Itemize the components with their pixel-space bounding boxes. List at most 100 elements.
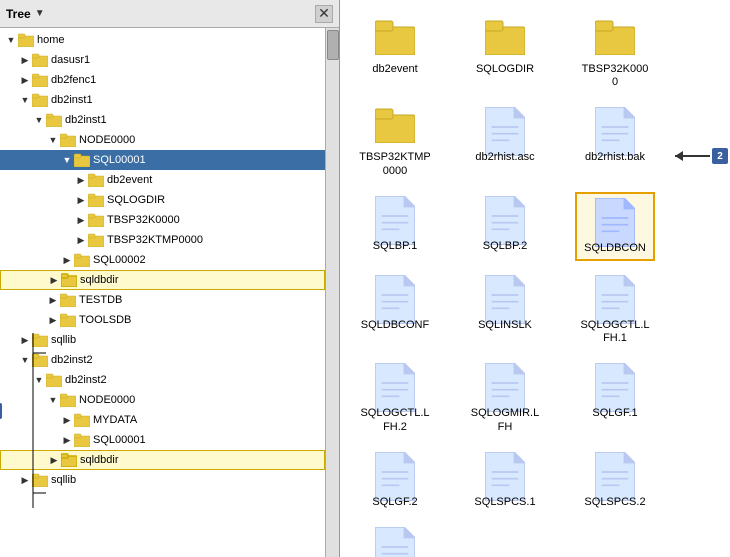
tree-dropdown-icon[interactable]: ▼ [35,8,45,19]
tree-item-tbsp32k0000[interactable]: ▶ TBSP32K0000 [0,210,325,230]
file-item-sqlgf-1[interactable]: SQLGF.1 [575,359,655,437]
expander-sqlogdir[interactable]: ▶ [74,193,88,207]
file-item-sqldbcon[interactable]: SQLDBCON [575,192,655,261]
folder-icon-node0000-2 [60,393,76,407]
tree-item-tbsp32ktmp0000[interactable]: ▶ TBSP32KTMP0000 [0,230,325,250]
file-icon-sqldbconf [375,275,415,315]
tree-item-home[interactable]: ▼ home [0,30,325,50]
tree-item-node0000-1[interactable]: ▼ NODE0000 [0,130,325,150]
file-label-sqldbcon: SQLDBCON [584,242,646,255]
tree-item-label-db2inst2: db2inst2 [65,374,107,386]
expander-sql00002[interactable]: ▶ [60,253,74,267]
file-item-sqlgf-2[interactable]: SQLGF.2 [355,448,435,513]
folder-icon-tbsp32ktmp0000 [88,233,104,247]
tree-item-db2event[interactable]: ▶ db2event [0,170,325,190]
tree-item-label-node0000-2: NODE0000 [79,394,135,406]
file-item-sqlogmir-lfh[interactable]: SQLOGMIR.LFH [465,359,545,437]
tree-item-db2fenc1[interactable]: ▶ db2fenc1 [0,70,325,90]
tree-item-sql00001-2[interactable]: ▶ SQL00001 [0,430,325,450]
scrollbar-thumb[interactable] [327,30,339,60]
tree-item-sqldbdir-1[interactable]: ▶ sqldbdir [0,270,325,290]
expander-node0000-1[interactable]: ▼ [46,133,60,147]
tree-item-label-db2inst2-root: db2inst2 [51,354,93,366]
file-item-sqlspcs-1[interactable]: SQLSPCS.1 [465,448,545,513]
expander-sqllib-2[interactable]: ▶ [18,473,32,487]
close-button[interactable]: ✕ [315,5,333,23]
expander-db2event[interactable]: ▶ [74,173,88,187]
expander-tbsp32k0000[interactable]: ▶ [74,213,88,227]
tree-header: Tree ▼ ✕ [0,0,339,28]
file-item-sqlogctl-lfh-1[interactable]: SQLOGCTL.LFH.1 [575,271,655,349]
tree-item-label-sql00001: SQL00001 [93,154,146,166]
file-item-tbsp32k0000[interactable]: TBSP32K0000 [575,15,655,93]
file-item-sqldbconf[interactable]: SQLDBCONF [355,271,435,349]
expander-sqldbdir-2[interactable]: ▶ [47,453,61,467]
folder-icon-mydata [74,413,90,427]
expander-db2inst2-root[interactable]: ▼ [18,353,32,367]
tree-item-label-db2inst1: db2inst1 [65,114,107,126]
tree-item-sqlogdir[interactable]: ▶ SQLOGDIR [0,190,325,210]
expander-sql00001[interactable]: ▼ [60,153,74,167]
expander-sqllib-1[interactable]: ▶ [18,333,32,347]
folder-icon-node0000-1 [60,133,76,147]
file-item-sqlbp-2[interactable]: SQLBP.2 [465,192,545,261]
expander-tbsp32ktmp0000[interactable]: ▶ [74,233,88,247]
file-icon-sqlspcs-2 [595,452,635,492]
file-item-sqltmplk[interactable]: SQLTMPLK [355,523,435,557]
tree-item-sql00001[interactable]: ▼ SQL00001 [0,150,325,170]
tree-item-label-sqlogdir: SQLOGDIR [107,194,165,206]
expander-db2inst1-root[interactable]: ▼ [18,93,32,107]
tree-item-db2inst1[interactable]: ▼ db2inst1 [0,110,325,130]
folder-icon-sqlogdir [88,193,104,207]
expander-db2inst2[interactable]: ▼ [32,373,46,387]
file-label-sqlspcs-2: SQLSPCS.2 [584,496,645,509]
folder-icon-sqllib-2 [32,473,48,487]
file-label-db2event: db2event [372,63,417,76]
tree-item-label-tbsp32k0000: TBSP32K0000 [107,214,180,226]
file-item-sqlogctl-lfh-2[interactable]: SQLOGCTL.LFH.2 [355,359,435,437]
expander-sqldbdir-1[interactable]: ▶ [47,273,61,287]
expander-dasusr1[interactable]: ▶ [18,53,32,67]
file-item-sqlspcs-2[interactable]: SQLSPCS.2 [575,448,655,513]
tree-item-sqllib-1[interactable]: ▶ sqllib [0,330,325,350]
file-item-db2rhist-asc[interactable]: db2rhist.asc [465,103,545,181]
expander-mydata[interactable]: ▶ [60,413,74,427]
tree-item-sql00002[interactable]: ▶ SQL00002 [0,250,325,270]
file-label-db2rhist-bak: db2rhist.bak [585,151,645,164]
file-item-sqlogdir[interactable]: SQLOGDIR [465,15,545,93]
file-item-sqlbp-1[interactable]: SQLBP.1 [355,192,435,261]
tree-item-dasusr1[interactable]: ▶ dasusr1 [0,50,325,70]
file-item-db2rhist-bak[interactable]: db2rhist.bak [575,103,655,181]
expander-node0000-2[interactable]: ▼ [46,393,60,407]
file-icon-sqlbp-2 [485,196,525,236]
file-item-sqlinslk[interactable]: SQLINSLK [465,271,545,349]
file-icon-sqldbcon [595,198,635,238]
tree-item-sqldbdir-2[interactable]: ▶ sqldbdir [0,450,325,470]
expander-sql00001-2[interactable]: ▶ [60,433,74,447]
tree-item-toolsdb[interactable]: ▶ TOOLSDB [0,310,325,330]
file-label-sqlogmir-lfh: SQLOGMIR.LFH [469,407,541,433]
tree-item-sqllib-2[interactable]: ▶ sqllib [0,470,325,490]
file-icon-sqlogctl-lfh-2 [375,363,415,403]
tree-item-testdb[interactable]: ▶ TESTDB [0,290,325,310]
tree-item-db2inst1-root[interactable]: ▼ db2inst1 [0,90,325,110]
tree-item-db2inst2-root[interactable]: ▼ db2inst2 [0,350,325,370]
tree-scrollbar[interactable] [325,28,339,557]
file-item-tbsp32ktmp0000[interactable]: TBSP32KTMP0000 [355,103,435,181]
folder-icon-db2fenc1 [32,73,48,87]
expander-db2inst1[interactable]: ▼ [32,113,46,127]
tree-item-node0000-2[interactable]: ▼ NODE0000 [0,390,325,410]
file-label-sqlogctl-lfh-2: SQLOGCTL.LFH.2 [359,407,431,433]
expander-testdb[interactable]: ▶ [46,293,60,307]
file-icon-db2rhist-bak [595,107,635,147]
tree-item-db2inst2[interactable]: ▼ db2inst2 [0,370,325,390]
file-icon-sqlinslk [485,275,525,315]
file-item-db2event[interactable]: db2event [355,15,435,93]
tree-item-label-tbsp32ktmp0000: TBSP32KTMP0000 [107,234,203,246]
tree-item-label-toolsdb: TOOLSDB [79,314,131,326]
expander-db2fenc1[interactable]: ▶ [18,73,32,87]
folder-icon-testdb [60,293,76,307]
expander-toolsdb[interactable]: ▶ [46,313,60,327]
tree-item-mydata[interactable]: ▶ MYDATA [0,410,325,430]
expander-home[interactable]: ▼ [4,33,18,47]
